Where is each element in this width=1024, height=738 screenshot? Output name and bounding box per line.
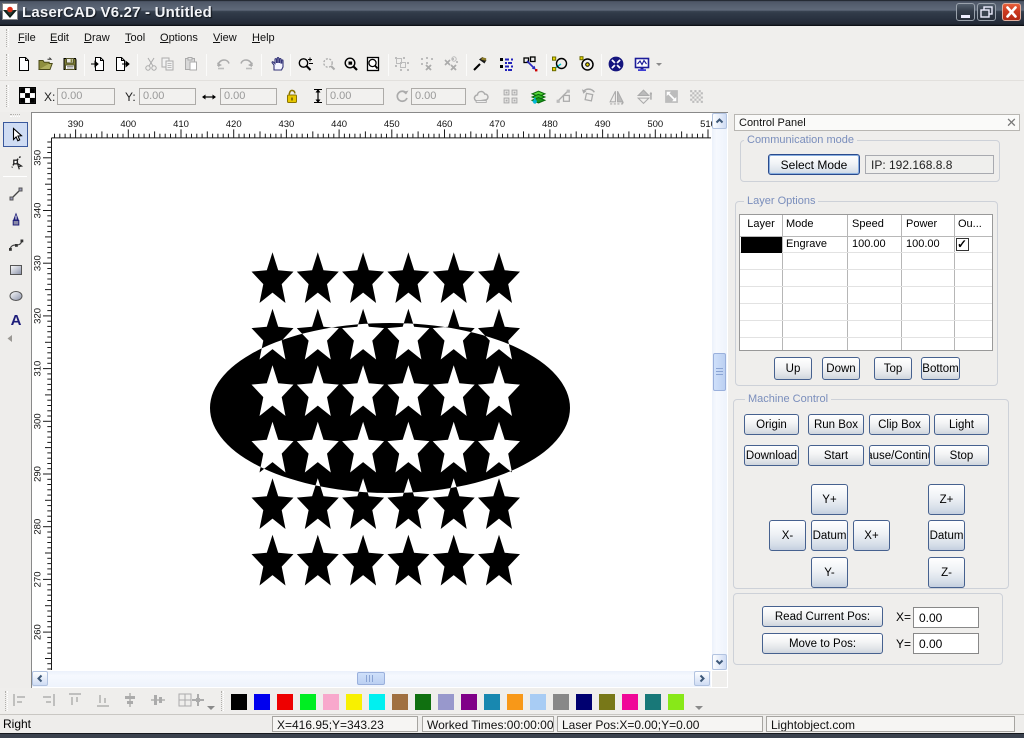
svg-text:490: 490 [595, 119, 611, 130]
svg-text:420: 420 [226, 119, 242, 130]
svg-text:430: 430 [278, 119, 294, 130]
svg-text:280: 280 [33, 519, 44, 535]
svg-text:480: 480 [542, 119, 558, 130]
svg-text:320: 320 [33, 308, 44, 324]
svg-text:260: 260 [33, 624, 44, 640]
svg-text:410: 410 [173, 119, 189, 130]
svg-text:300: 300 [33, 413, 44, 429]
svg-text:330: 330 [33, 255, 44, 271]
svg-text:340: 340 [33, 203, 44, 219]
svg-text:270: 270 [33, 571, 44, 587]
svg-text:290: 290 [33, 466, 44, 482]
svg-text:470: 470 [489, 119, 505, 130]
svg-text:A: A [10, 312, 21, 328]
svg-text:350: 350 [33, 150, 44, 166]
svg-text:400: 400 [120, 119, 136, 130]
svg-text:310: 310 [33, 361, 44, 377]
svg-text:450: 450 [384, 119, 400, 130]
svg-text:440: 440 [331, 119, 347, 130]
svg-text:500: 500 [647, 119, 663, 130]
svg-text:510: 510 [700, 119, 712, 130]
svg-text:390: 390 [68, 119, 84, 130]
svg-text:460: 460 [437, 119, 453, 130]
